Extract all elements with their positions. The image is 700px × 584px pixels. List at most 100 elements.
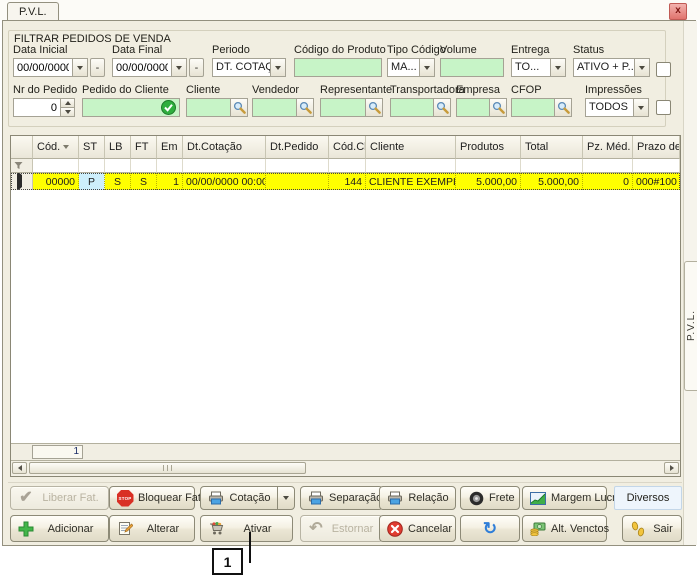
- filter-cell[interactable]: [366, 159, 456, 173]
- search-icon: [492, 101, 505, 114]
- filter-cell[interactable]: [266, 159, 329, 173]
- data-final-clear-button[interactable]: -: [189, 58, 204, 77]
- filter-cell[interactable]: [105, 159, 131, 173]
- margem-lucro-button[interactable]: Margem Lucro: [522, 486, 607, 510]
- close-icon[interactable]: x: [669, 3, 687, 20]
- spin-down-icon[interactable]: [61, 107, 74, 116]
- nr-pedido-stepper[interactable]: [61, 98, 75, 117]
- status-select[interactable]: ATIVO + P...: [573, 58, 650, 77]
- filter-cell[interactable]: [79, 159, 105, 173]
- column-header-lb[interactable]: LB: [105, 136, 131, 159]
- column-header-produtos[interactable]: Produtos: [456, 136, 521, 159]
- filter-cell[interactable]: [583, 159, 633, 173]
- filter-cell[interactable]: [456, 159, 521, 173]
- data-inicial-input[interactable]: [13, 58, 73, 77]
- filter-cell[interactable]: [183, 159, 266, 173]
- nr-pedido-input[interactable]: [13, 98, 61, 117]
- empresa-input[interactable]: [456, 98, 490, 117]
- filter-cell[interactable]: [157, 159, 183, 173]
- filter-cell[interactable]: [33, 159, 79, 173]
- alterar-button[interactable]: Alterar: [109, 515, 195, 542]
- representante-search-button[interactable]: [366, 98, 383, 117]
- transportadora-search-button[interactable]: [434, 98, 451, 117]
- field-vendedor: Vendedor: [252, 84, 314, 117]
- refresh-button[interactable]: ↻: [460, 515, 520, 542]
- side-tab-pvl[interactable]: P.V.L.: [684, 261, 697, 391]
- cancel-icon: [387, 521, 403, 537]
- estornar-button[interactable]: ↶ Estornar: [300, 515, 383, 542]
- codigo-produto-input[interactable]: [294, 58, 382, 77]
- grid-footer: 1: [11, 443, 680, 460]
- alt-venctos-button[interactable]: Alt. Venctos: [522, 515, 607, 542]
- column-header-em[interactable]: Em: [157, 136, 183, 159]
- column-header-dtpedido[interactable]: Dt.Pedido: [266, 136, 329, 159]
- entrega-value: TO...: [512, 59, 550, 76]
- pvl-window: P.V.L. x FILTRAR PEDIDOS DE VENDA Data I…: [0, 0, 700, 584]
- scrollbar-thumb[interactable]: [29, 462, 306, 474]
- filter-row1-checkbox[interactable]: [656, 62, 671, 77]
- data-final-dropdown-button[interactable]: [172, 58, 187, 77]
- field-nr-pedido: Nr do Pedido: [13, 84, 77, 117]
- field-representante: Representante: [320, 84, 392, 117]
- scroll-left-icon[interactable]: [12, 462, 27, 474]
- column-header-total[interactable]: Total: [521, 136, 583, 159]
- cell-cliente: CLIENTE EXEMPLO: [366, 173, 456, 190]
- filter-cell[interactable]: [131, 159, 157, 173]
- cfop-input[interactable]: [511, 98, 555, 117]
- column-header-cod[interactable]: Cód.: [33, 136, 79, 159]
- representante-input[interactable]: [320, 98, 366, 117]
- tipo-codigo-select[interactable]: MA...: [387, 58, 435, 77]
- filter-cell[interactable]: [329, 159, 366, 173]
- table-row[interactable]: 00000 P S S 1 00/00/0000 00:00 144 CLIEN…: [11, 173, 680, 190]
- entrega-select[interactable]: TO...: [511, 58, 566, 77]
- column-header-ft[interactable]: FT: [131, 136, 157, 159]
- cliente-search-button[interactable]: [231, 98, 248, 117]
- sair-button[interactable]: Sair: [622, 515, 682, 542]
- scroll-right-icon[interactable]: [664, 462, 679, 474]
- tab-pvl[interactable]: P.V.L.: [7, 2, 59, 21]
- horizontal-scrollbar[interactable]: [11, 460, 680, 476]
- column-header-dtcotacao[interactable]: Dt.Cotação: [183, 136, 266, 159]
- field-transportadora: Transportadora: [390, 84, 465, 117]
- impressoes-label: Impressões: [585, 84, 649, 97]
- column-header-prazo[interactable]: Prazo de: [633, 136, 680, 159]
- liberar-fat-button[interactable]: ✔ Liberar Fat.: [10, 486, 109, 510]
- printer-icon: [387, 491, 403, 505]
- edit-notepad-icon: [118, 521, 133, 536]
- printer-icon: [208, 491, 224, 505]
- frete-button[interactable]: Frete: [460, 486, 520, 510]
- column-header-pzmed[interactable]: Pz. Méd.: [583, 136, 633, 159]
- data-inicial-dropdown-button[interactable]: [73, 58, 88, 77]
- column-header-cliente[interactable]: Cliente: [366, 136, 456, 159]
- empresa-search-button[interactable]: [490, 98, 507, 117]
- transportadora-input[interactable]: [390, 98, 434, 117]
- column-header-codcli[interactable]: Cód.Cli: [329, 136, 366, 159]
- periodo-select[interactable]: DT. COTAÇ...: [212, 58, 286, 77]
- cfop-search-button[interactable]: [555, 98, 572, 117]
- diversos-button[interactable]: Diversos: [614, 486, 682, 510]
- cart-icon: [208, 521, 224, 536]
- vendedor-input[interactable]: [252, 98, 297, 117]
- cliente-input[interactable]: [186, 98, 231, 117]
- filter-cell[interactable]: [521, 159, 583, 173]
- adicionar-button[interactable]: Adicionar: [10, 515, 109, 542]
- cotacao-dropdown-button[interactable]: [277, 486, 295, 510]
- bloquear-fat-button[interactable]: STOP Bloquear Fat.: [109, 486, 195, 510]
- filter-cell[interactable]: [633, 159, 680, 173]
- volume-input[interactable]: [440, 58, 504, 77]
- separacao-print-button[interactable]: Separação: [300, 486, 383, 510]
- data-inicial-clear-button[interactable]: -: [90, 58, 105, 77]
- cotacao-print-button[interactable]: Cotação: [200, 486, 278, 510]
- column-header-st[interactable]: ST: [79, 136, 105, 159]
- cancelar-button[interactable]: Cancelar: [379, 515, 456, 542]
- filter-row2-checkbox[interactable]: [656, 100, 671, 115]
- spin-up-icon[interactable]: [61, 99, 74, 107]
- relacao-print-button[interactable]: Relação: [379, 486, 456, 510]
- field-codigo-produto: Código do Produto: [294, 44, 386, 77]
- row-count: 1: [32, 445, 83, 459]
- vendedor-search-button[interactable]: [297, 98, 314, 117]
- ativar-button[interactable]: Ativar: [200, 515, 293, 542]
- impressoes-select[interactable]: TODOS: [585, 98, 649, 117]
- representante-label: Representante: [320, 84, 392, 97]
- data-final-input[interactable]: [112, 58, 172, 77]
